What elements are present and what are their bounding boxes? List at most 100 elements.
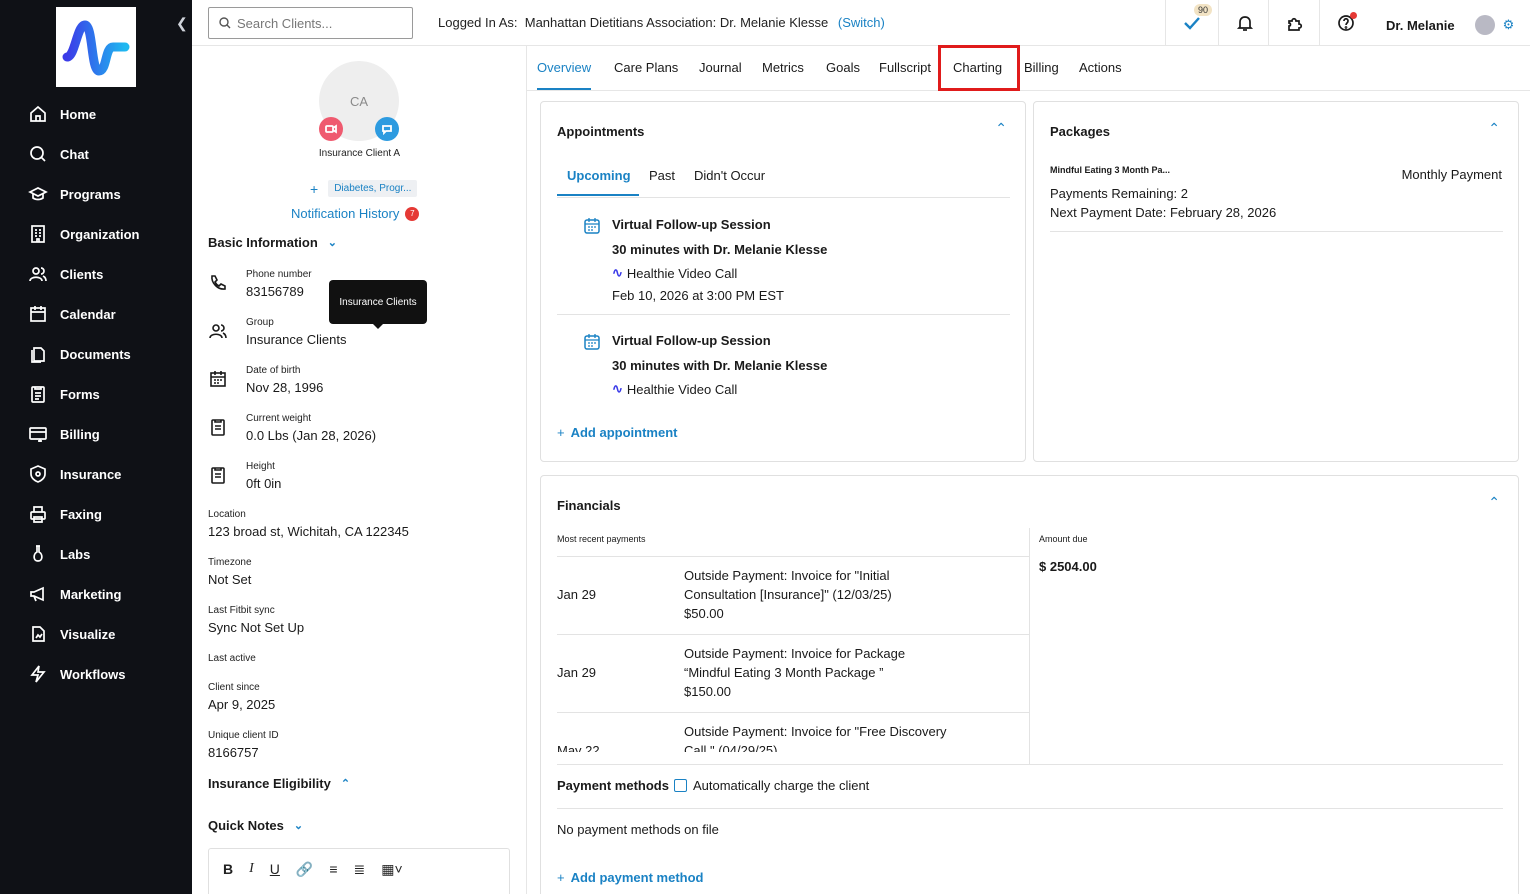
user-menu[interactable]: Dr. Melanie ⚙ [1386, 15, 1514, 35]
switch-account-link[interactable]: (Switch) [838, 15, 885, 30]
video-call-button[interactable] [319, 117, 343, 141]
integrations-button[interactable] [1268, 0, 1320, 46]
payment-description: Outside Payment: Invoice for Package “Mi… [684, 644, 954, 701]
insurance-eligibility-toggle[interactable]: Insurance Eligibility ⌃ [208, 776, 350, 791]
notifications-button[interactable] [1218, 0, 1270, 46]
sidebar-item-workflows[interactable]: Workflows [28, 660, 126, 688]
appointment-type: ∿ Healthie Video Call [612, 381, 827, 397]
column-divider [1029, 528, 1030, 764]
sidebar-item-insurance[interactable]: Insurance [28, 460, 121, 488]
chat-client-button[interactable] [375, 117, 399, 141]
sidebar-item-programs[interactable]: Programs [28, 180, 121, 208]
card-title: Appointments [557, 124, 645, 139]
tab-journal[interactable]: Journal [699, 46, 742, 90]
appointment-duration: 30 minutes with Dr. Melanie Klesse [612, 242, 828, 257]
auto-charge-checkbox[interactable] [673, 779, 687, 792]
sidebar-item-documents[interactable]: Documents [28, 340, 131, 368]
subtab-upcoming[interactable]: Upcoming [567, 168, 631, 183]
tab-fullscript[interactable]: Fullscript [879, 46, 931, 90]
phone-icon [211, 275, 226, 290]
table-icon[interactable]: ▦˅ [381, 861, 402, 878]
sidebar-item-label: Faxing [60, 506, 102, 522]
underline-icon[interactable]: U [270, 861, 280, 877]
sidebar-item-home[interactable]: Home [28, 100, 96, 128]
tasks-button[interactable]: 90 [1165, 0, 1217, 46]
tab-actions[interactable]: Actions [1079, 46, 1122, 90]
payment-description: Outside Payment: Invoice for "Initial Co… [684, 566, 954, 623]
chevron-up-icon: ⌃ [340, 778, 351, 790]
tab-care-plans[interactable]: Care Plans [614, 46, 678, 90]
numbered-list-icon[interactable]: ≣ [354, 861, 366, 878]
sidebar-item-labs[interactable]: Labs [28, 540, 90, 568]
chevron-down-icon: ⌄ [293, 820, 304, 832]
appointment-time: Feb 10, 2026 at 3:00 PM EST [612, 288, 784, 303]
bullet-list-icon[interactable]: ≡ [329, 861, 337, 877]
forms-icon [31, 386, 45, 403]
tab-overview[interactable]: Overview [537, 46, 592, 90]
italic-icon[interactable]: I [249, 861, 254, 877]
search-box[interactable] [208, 7, 413, 39]
healthie-logo-icon: ∿ [612, 381, 623, 396]
sidebar-item-faxing[interactable]: Faxing [28, 500, 102, 528]
tab-billing[interactable]: Billing [1024, 46, 1059, 90]
section-title: Quick Notes [208, 818, 284, 833]
logged-in-value: Manhattan Dietitians Association: Dr. Me… [524, 15, 829, 30]
settings-gear-icon[interactable]: ⚙ [1503, 17, 1515, 33]
payment-amount: $150.00 [684, 684, 731, 699]
sidebar-item-clients[interactable]: Clients [28, 260, 103, 288]
divider [557, 314, 1010, 315]
lightning-icon [30, 665, 46, 683]
bold-icon[interactable]: B [223, 861, 233, 877]
amount-due-label: Amount due [1039, 534, 1088, 544]
sidebar-item-organization[interactable]: Organization [28, 220, 139, 248]
subtab-didnt-occur[interactable]: Didn't Occur [694, 168, 765, 183]
add-tag-button[interactable]: + [310, 181, 318, 197]
tag-chip[interactable]: Diabetes, Progr... [328, 180, 418, 197]
package-name[interactable]: Mindful Eating 3 Month Pa... [1050, 165, 1170, 175]
help-button[interactable] [1319, 0, 1371, 46]
sidebar-item-label: Calendar [60, 306, 116, 322]
sidebar: ❮ Home Chat Programs Organization Client… [0, 0, 192, 894]
notification-history-link[interactable]: Notification History 7 [291, 206, 420, 221]
client-tabs: Overview Care Plans Journal Metrics Goal… [527, 46, 1530, 91]
search-input[interactable] [237, 15, 397, 31]
subtab-past[interactable]: Past [649, 168, 675, 183]
quick-notes-toggle[interactable]: Quick Notes ⌄ [208, 818, 303, 833]
appointment-item[interactable]: Virtual Follow-up Session 30 minutes wit… [612, 217, 827, 303]
sidebar-item-marketing[interactable]: Marketing [28, 580, 121, 608]
tab-goals[interactable]: Goals [826, 46, 860, 90]
collapse-chevron-up-icon[interactable]: ⌃ [1488, 120, 1500, 137]
client-tags: + Diabetes, Progr... [310, 180, 418, 197]
collapse-chevron-up-icon[interactable]: ⌃ [1488, 494, 1500, 511]
payment-date: Jan 29 [557, 587, 597, 602]
fax-icon [30, 506, 46, 523]
calendar-icon [210, 371, 226, 387]
sidebar-item-visualize[interactable]: Visualize [28, 620, 115, 648]
checkmark-icon [1183, 17, 1200, 30]
auto-charge-label[interactable]: Automatically charge the client [693, 778, 869, 793]
user-avatar [1474, 15, 1495, 35]
top-bar: Logged In As: Manhattan Dietitians Assoc… [192, 0, 1530, 46]
basic-information-toggle[interactable]: Basic Information ⌄ [208, 235, 337, 250]
sidebar-item-chat[interactable]: Chat [28, 140, 89, 168]
sidebar-item-billing[interactable]: Billing [28, 420, 100, 448]
puzzle-icon [1287, 17, 1302, 31]
quick-notes-editor[interactable]: B I U 🔗 ≡ ≣ ▦˅ [208, 848, 510, 894]
field-label: Date of birth [246, 365, 301, 376]
add-appointment-button[interactable]: + Add appointment [557, 424, 677, 442]
labs-icon [33, 545, 43, 562]
fitbit-field: Last Fitbit sync Sync Not Set Up [208, 605, 304, 635]
field-label: Last active [208, 653, 256, 664]
add-payment-method-button[interactable]: + Add payment method [557, 869, 704, 887]
collapse-chevron-up-icon[interactable]: ⌃ [995, 120, 1007, 137]
location-value: 123 broad st, Wichitah, CA 122345 [208, 524, 409, 539]
sidebar-item-forms[interactable]: Forms [28, 380, 100, 408]
sidebar-item-label: Marketing [60, 586, 122, 602]
link-icon[interactable]: 🔗 [296, 861, 313, 878]
payments-list[interactable]: Jan 29 Outside Payment: Invoice for "Ini… [557, 557, 1029, 752]
tab-metrics[interactable]: Metrics [762, 46, 804, 90]
collapse-sidebar-icon[interactable]: ❮ [176, 15, 188, 32]
sidebar-item-calendar[interactable]: Calendar [28, 300, 116, 328]
healthie-logo[interactable] [56, 7, 136, 87]
appointment-item[interactable]: Virtual Follow-up Session 30 minutes wit… [612, 333, 827, 397]
